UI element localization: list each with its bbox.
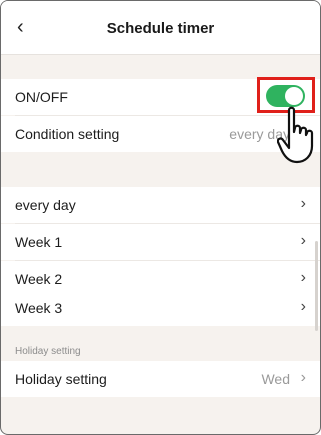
pointing-hand-icon — [277, 106, 314, 164]
condition-setting-row[interactable]: Condition setting every day — [1, 116, 320, 152]
schedule-item[interactable]: Week 1 › — [1, 224, 320, 260]
schedule-label: Week 2 — [15, 271, 63, 287]
chevron-right-icon: › — [300, 195, 306, 212]
page-title: Schedule timer — [106, 20, 215, 37]
holiday-section-caption: Holiday setting — [15, 346, 81, 357]
scrollbar[interactable] — [315, 241, 318, 331]
holiday-value: Wed — [261, 371, 290, 387]
chevron-right-icon: › — [300, 232, 306, 249]
holiday-label: Holiday setting — [15, 371, 107, 387]
schedule-item[interactable]: every day › — [1, 187, 320, 223]
header: ‹ Schedule timer — [1, 1, 320, 55]
schedule-label: Week 3 — [15, 300, 63, 316]
schedule-label: every day — [15, 197, 76, 213]
onoff-label: ON/OFF — [15, 89, 68, 105]
chevron-right-icon: › — [300, 269, 306, 286]
schedule-label: Week 1 — [15, 234, 63, 250]
phone-screen: ‹ Schedule timer ON/OFF Condition settin… — [0, 0, 321, 435]
schedule-item[interactable]: Week 3 › — [1, 290, 320, 326]
chevron-right-icon: › — [300, 369, 306, 386]
holiday-setting-row[interactable]: Holiday setting Wed › — [1, 361, 320, 397]
chevron-right-icon: › — [300, 298, 306, 315]
condition-label: Condition setting — [15, 126, 120, 142]
